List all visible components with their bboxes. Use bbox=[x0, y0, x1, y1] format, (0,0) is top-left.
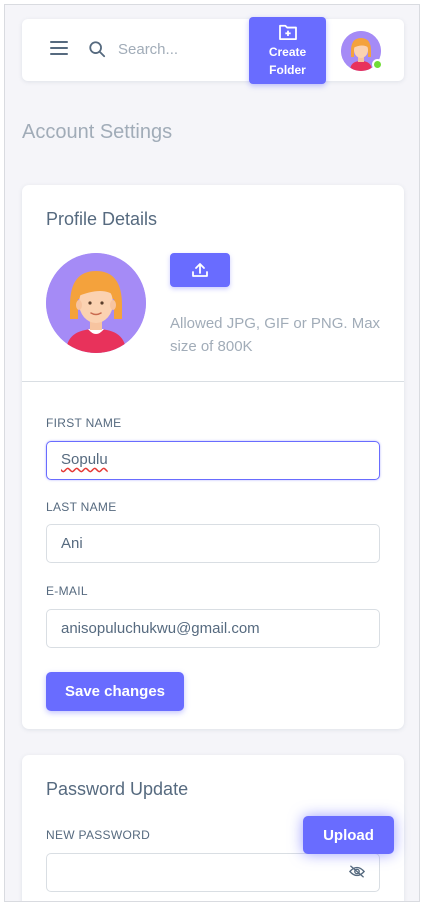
eye-off-icon[interactable] bbox=[349, 865, 365, 878]
create-folder-label-line1: Create bbox=[268, 45, 307, 59]
first-name-input[interactable]: Sopulu bbox=[46, 441, 380, 480]
profile-details-title: Profile Details bbox=[46, 209, 158, 229]
password-update-title: Password Update bbox=[46, 779, 189, 799]
user-avatar[interactable] bbox=[341, 31, 383, 71]
card-divider bbox=[22, 381, 404, 382]
upload-icon bbox=[192, 263, 208, 277]
menu-icon[interactable] bbox=[50, 41, 68, 57]
upload-floating-button[interactable]: Upload bbox=[303, 816, 394, 854]
top-navbar: Create Folder bbox=[22, 17, 404, 84]
first-name-value: Sopulu bbox=[61, 451, 108, 468]
email-input[interactable] bbox=[46, 609, 380, 648]
last-name-label: LAST NAME bbox=[46, 500, 117, 514]
new-password-field bbox=[46, 853, 380, 892]
profile-details-card: Profile Details Allowed JPG, GIF or PNG.… bbox=[22, 185, 404, 729]
create-folder-label-line2: Folder bbox=[269, 63, 306, 77]
new-password-label: NEW PASSWORD bbox=[46, 828, 151, 842]
email-label: E-MAIL bbox=[46, 584, 88, 598]
new-password-input[interactable] bbox=[47, 854, 337, 891]
page-title: Account Settings bbox=[22, 121, 173, 143]
last-name-input[interactable] bbox=[46, 524, 380, 563]
online-status-dot bbox=[372, 59, 383, 70]
profile-avatar bbox=[46, 253, 146, 353]
profile-avatar-illustration bbox=[46, 253, 146, 353]
save-changes-button[interactable]: Save changes bbox=[46, 672, 184, 711]
first-name-label: FIRST NAME bbox=[46, 416, 122, 430]
app-frame: Create Folder Account Settings Profile D… bbox=[4, 4, 420, 902]
folder-plus-icon bbox=[278, 24, 297, 40]
create-folder-button[interactable]: Create Folder bbox=[249, 17, 326, 84]
upload-photo-button[interactable] bbox=[170, 253, 230, 287]
allowed-formats-text: Allowed JPG, GIF or PNG. Max size of 800… bbox=[170, 315, 381, 355]
search-icon[interactable] bbox=[88, 40, 106, 58]
search-input[interactable] bbox=[118, 37, 238, 61]
